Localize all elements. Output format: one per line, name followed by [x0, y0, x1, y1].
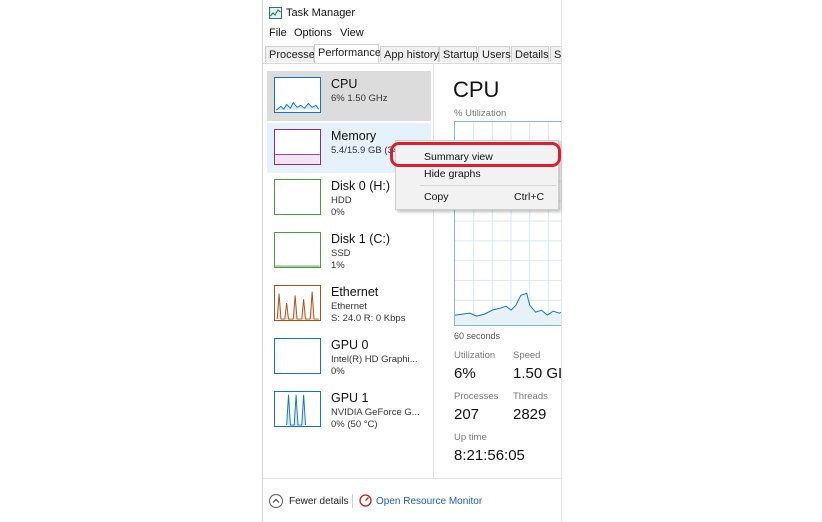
menu-options[interactable]: Options [294, 27, 332, 39]
panel-divider[interactable] [433, 63, 434, 478]
disk-1-thumbnail-graph [274, 232, 321, 268]
resource-gpu-1[interactable]: GPU 1 NVIDIA GeForce G... 0% (50 °C) [267, 385, 431, 435]
speed-value: 1.50 GI [513, 365, 561, 382]
context-menu-separator [420, 185, 556, 186]
resource-usage: 0% [331, 366, 345, 377]
window-title: Task Manager [286, 7, 356, 19]
resource-detail: HDD [331, 195, 352, 206]
menu-view[interactable]: View [340, 27, 364, 39]
threads-value: 2829 [513, 406, 547, 423]
resource-cpu[interactable]: CPU 6% 1.50 GHz [267, 71, 431, 121]
resource-detail: SSD [331, 248, 351, 259]
tab-startup[interactable]: Startup [439, 46, 478, 62]
uptime-value: 8:21:56:05 [454, 447, 525, 464]
uptime-label: Up time [454, 432, 487, 443]
utilization-value: 6% [454, 365, 476, 382]
resource-title: Disk 0 (H:) [331, 179, 391, 193]
tab-bar: Processes Performance App history Startu… [263, 43, 561, 64]
task-manager-icon [269, 7, 282, 19]
open-resource-monitor-link[interactable]: Open Resource Monitor [376, 496, 482, 507]
annotation-highlight-ring [390, 142, 561, 167]
resource-list: CPU 6% 1.50 GHz Memory 5.4/15.9 GB (34 D… [263, 63, 433, 478]
menu-file[interactable]: File [269, 27, 287, 39]
resource-ethernet[interactable]: Ethernet Ethernet S: 24.0 R: 0 Kbps [267, 279, 431, 329]
fewer-details-link[interactable]: Fewer details [289, 496, 348, 507]
resource-usage: 1% [331, 260, 345, 271]
resource-gpu-0[interactable]: GPU 0 Intel(R) HD Graphi... 0% [267, 332, 431, 382]
processes-label: Processes [454, 391, 499, 402]
context-item-shortcut: Ctrl+C [514, 191, 545, 203]
memory-thumbnail-graph [274, 129, 321, 165]
menu-bar: File Options View [263, 26, 561, 42]
graph-time-span: 60 seconds [454, 331, 501, 341]
tab-details[interactable]: Details [511, 46, 549, 62]
tab-performance[interactable]: Performance [314, 44, 381, 63]
gpu-0-thumbnail-graph [274, 338, 321, 374]
detail-title: CPU [453, 77, 500, 102]
resource-title: GPU 1 [331, 391, 369, 405]
context-item-copy[interactable]: Copy Ctrl+C [396, 188, 560, 208]
resource-title: GPU 0 [331, 338, 369, 352]
resource-title: CPU [331, 77, 358, 91]
speed-label: Speed [513, 350, 541, 361]
resource-detail: NVIDIA GeForce G... [331, 407, 420, 418]
ethernet-thumbnail-graph [274, 285, 321, 321]
context-item-label: Copy [424, 191, 449, 203]
cpu-detail-panel: CPU % Utilization 60 seconds Utilization… [435, 63, 561, 478]
gpu-1-thumbnail-graph [274, 391, 321, 427]
resource-usage: S: 24.0 R: 0 Kbps [331, 313, 406, 324]
resource-detail: Intel(R) HD Graphi... [331, 354, 418, 365]
chevron-up-icon[interactable] [269, 494, 283, 508]
resource-disk-1[interactable]: Disk 1 (C:) SSD 1% [267, 226, 431, 276]
threads-label: Threads [513, 391, 548, 402]
resource-title: Disk 1 (C:) [331, 232, 391, 246]
processes-value: 207 [454, 406, 480, 423]
resource-title: Memory [331, 129, 377, 143]
resource-usage: 0% (50 °C) [331, 419, 378, 430]
resource-monitor-icon [359, 494, 372, 507]
footer-separator [352, 494, 353, 508]
tab-users[interactable]: Users [478, 46, 511, 62]
utilization-label: Utilization [454, 350, 496, 361]
tab-app-history[interactable]: App history [380, 46, 439, 62]
disk-0-thumbnail-graph [274, 179, 321, 215]
resource-detail: Ethernet [331, 301, 367, 312]
resource-usage: 0% [331, 207, 345, 218]
utilization-axis-label: % Utilization [454, 108, 507, 119]
cpu-thumbnail-graph [274, 77, 321, 113]
resource-detail: 5.4/15.9 GB (34 [331, 145, 399, 156]
resource-title: Ethernet [331, 285, 379, 299]
resource-detail: 6% 1.50 GHz [331, 93, 388, 104]
tab-services[interactable]: Se [550, 46, 561, 62]
title-bar[interactable]: Task Manager [263, 0, 561, 26]
context-item-hide-graphs[interactable]: Hide graphs [396, 165, 560, 185]
task-manager-window: Task Manager File Options View Processes… [262, 0, 562, 522]
footer-bar: Fewer details Open Resource Monitor [263, 478, 561, 522]
tab-processes[interactable]: Processes [265, 46, 320, 62]
context-item-label: Hide graphs [424, 168, 481, 180]
